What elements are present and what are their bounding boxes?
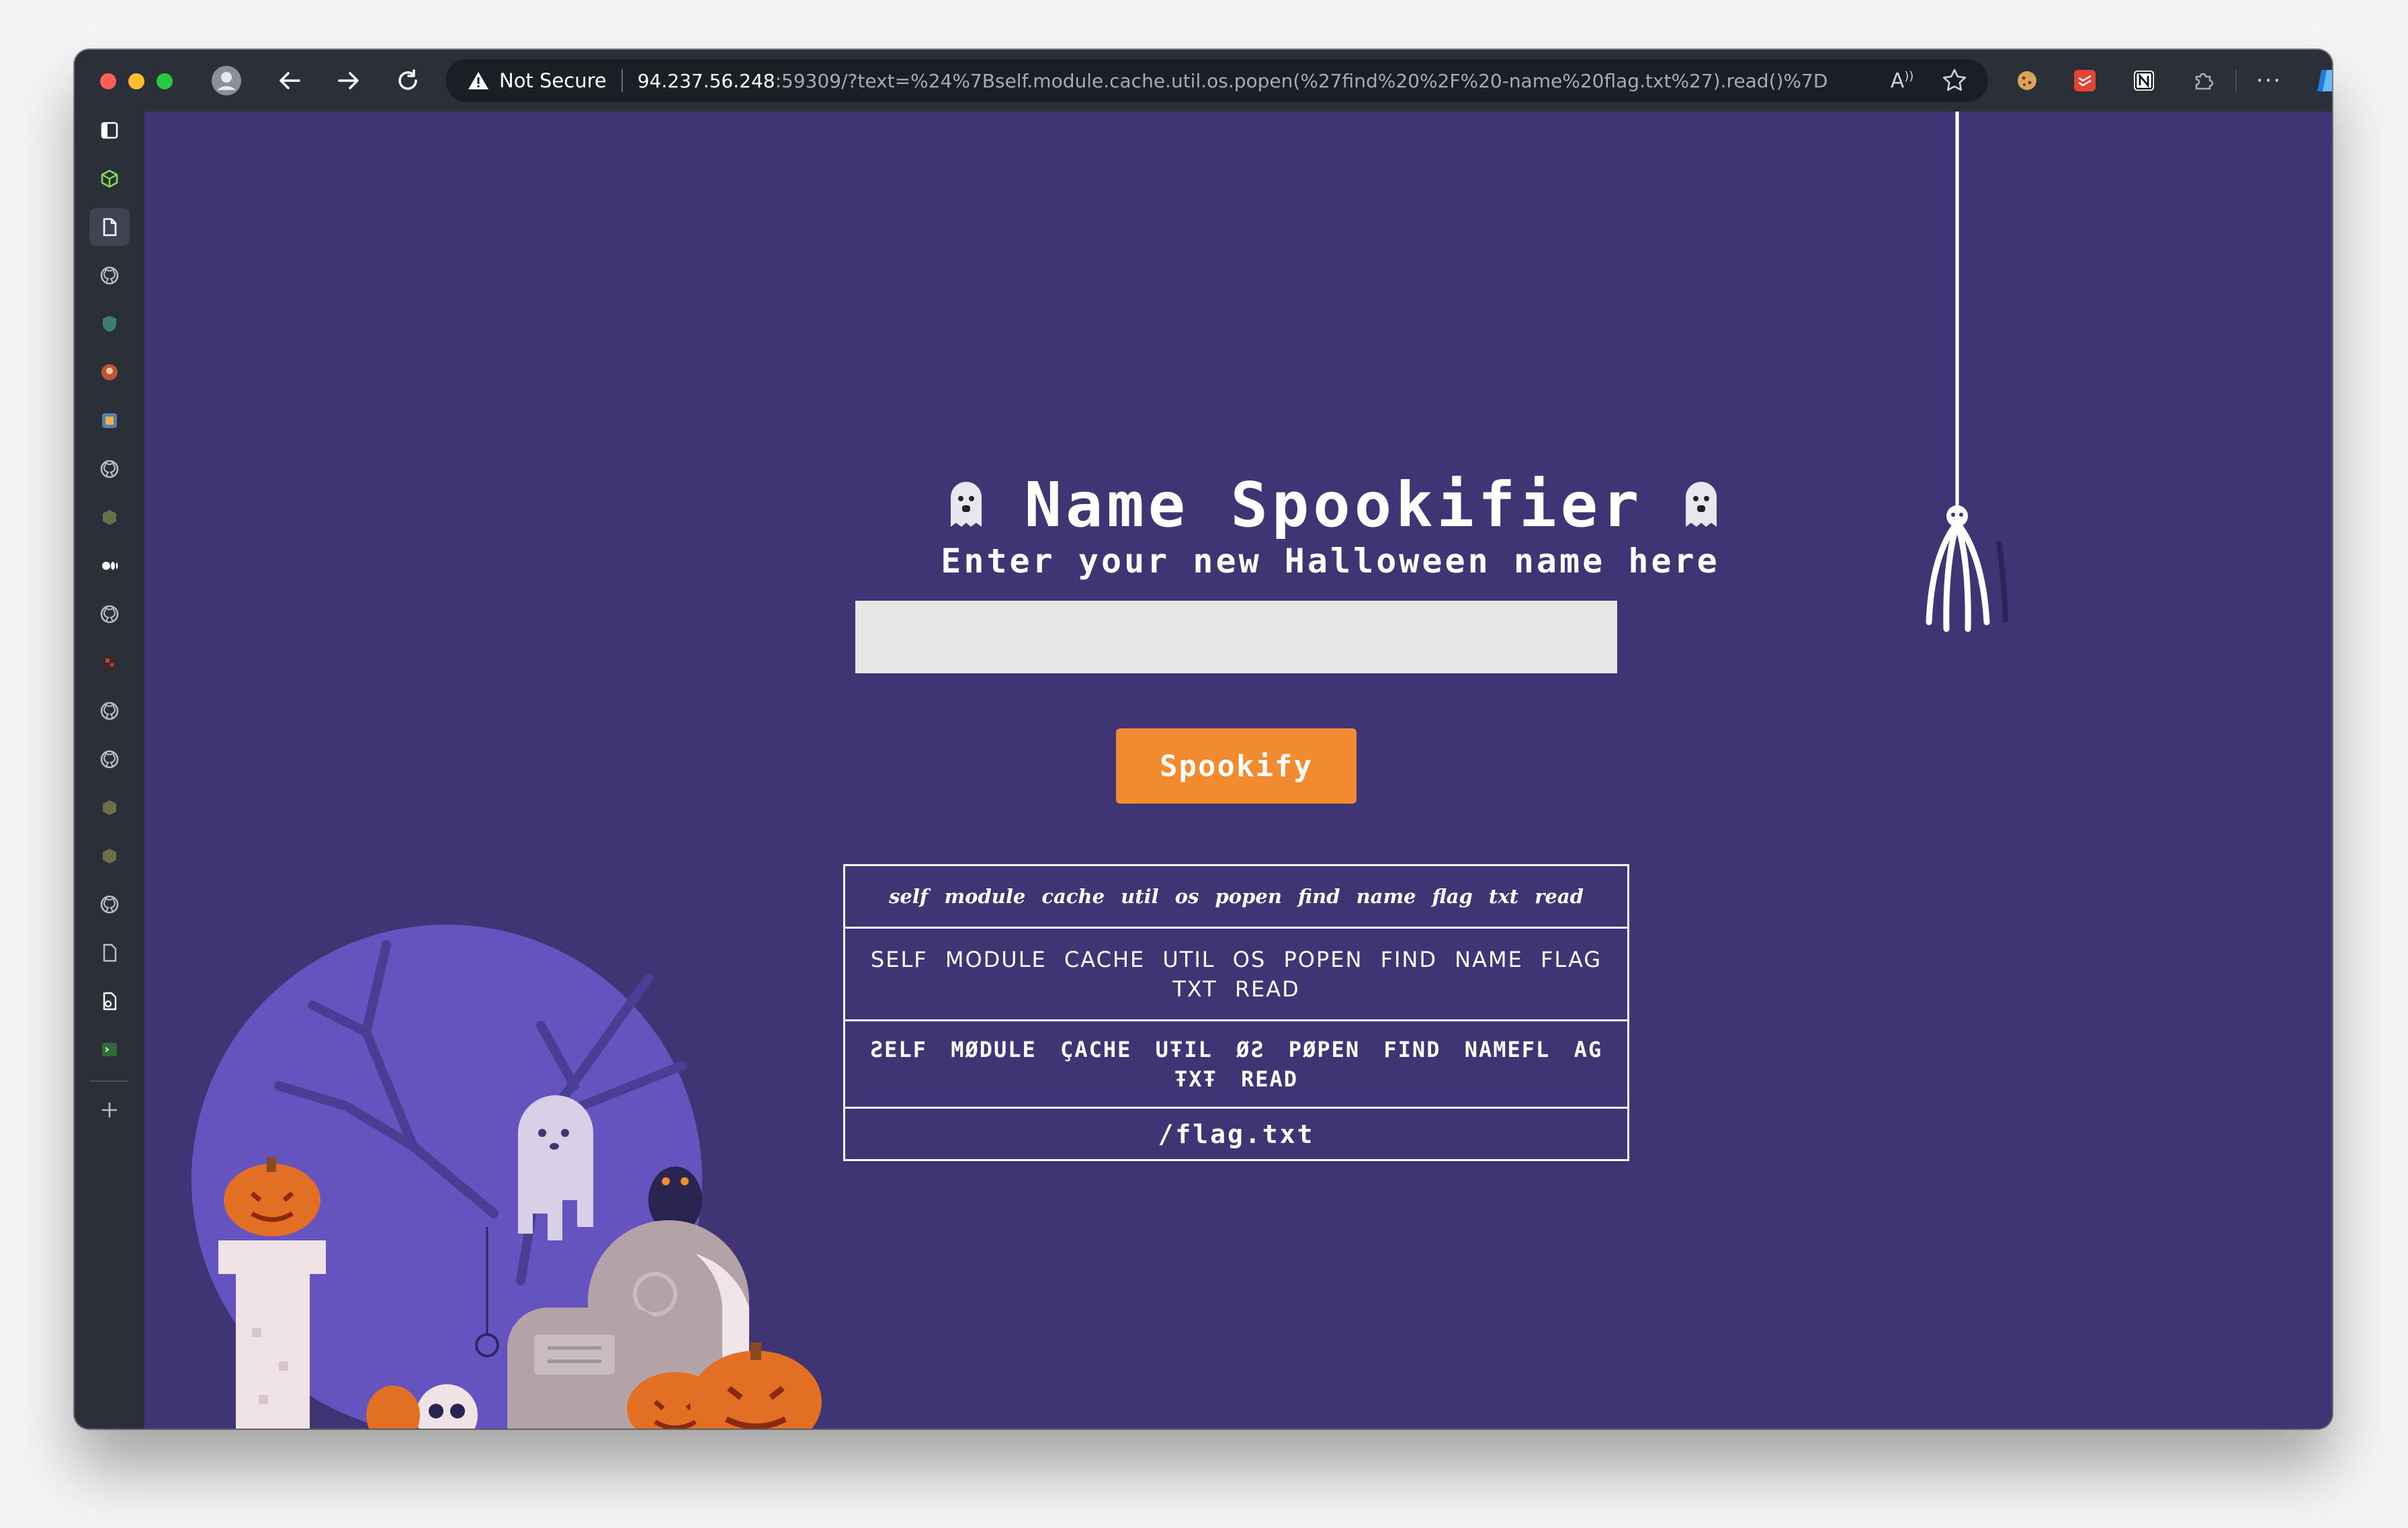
url-path: :59309/?text=%24%7Bself.module.cache.uti…	[775, 69, 1828, 92]
sidebar-divider	[91, 1080, 128, 1082]
page-icon[interactable]	[89, 934, 130, 972]
shield-icon[interactable]	[89, 305, 130, 343]
github-icon[interactable]	[89, 257, 130, 294]
hackthebox-icon[interactable]	[89, 789, 130, 826]
app-icon[interactable]	[89, 402, 130, 439]
warning-icon	[467, 71, 490, 91]
profile-icon[interactable]	[206, 60, 247, 101]
address-bar[interactable]: Not Secure 94.237.56.248:59309/?text=%24…	[445, 59, 1988, 102]
github-icon[interactable]	[89, 740, 130, 778]
result-row-gothic: self module cache util os popen find nam…	[889, 885, 1584, 908]
favorite-star-icon[interactable]	[1934, 60, 1975, 101]
page-icon[interactable]	[89, 208, 130, 246]
ghost-icon	[950, 482, 982, 527]
close-window-button[interactable]	[100, 73, 116, 89]
forward-arrow-icon[interactable]	[329, 60, 369, 101]
browser-sidebar	[75, 112, 144, 1429]
medium-icon[interactable]	[89, 547, 130, 585]
browser-window: Not Secure 94.237.56.248:59309/?text=%24…	[75, 50, 2332, 1429]
spider-illustration	[1926, 112, 2008, 632]
result-row-output: /flag.txt	[845, 1107, 1627, 1159]
todoist-extension-icon[interactable]	[2065, 60, 2105, 101]
more-menu-icon[interactable]: ···	[2249, 60, 2289, 101]
title-row: Name Spookifier	[890, 468, 1777, 542]
zoom-window-button[interactable]	[157, 73, 173, 89]
toolbar-divider	[2235, 70, 2237, 91]
page-subtitle: Enter your new Halloween name here	[941, 542, 1720, 581]
github-icon[interactable]	[89, 595, 130, 633]
game-icon[interactable]	[89, 644, 130, 681]
cube-extension-icon[interactable]	[89, 160, 130, 198]
address-divider	[621, 69, 623, 92]
name-input[interactable]	[855, 601, 1617, 673]
github-icon[interactable]	[89, 692, 130, 730]
page-settings-icon[interactable]	[89, 982, 130, 1020]
terminal-icon[interactable]	[89, 1031, 130, 1068]
add-icon[interactable]	[89, 1091, 130, 1129]
results-table: self module cache util os popen find nam…	[843, 864, 1629, 1161]
github-icon[interactable]	[89, 450, 130, 488]
tabs-icon[interactable]	[89, 112, 130, 149]
result-row-stylized: SELF MODULE CACHE UTIL OS POPEN FIND NAM…	[845, 927, 1627, 1019]
browser-toolbar: Not Secure 94.237.56.248:59309/?text=%24…	[75, 50, 2332, 112]
reload-icon[interactable]	[388, 60, 428, 101]
hackthebox-icon[interactable]	[89, 837, 130, 875]
page-content: Name Spookifier Enter your new Halloween…	[144, 112, 2332, 1429]
page-title: Name Spookifier	[1024, 468, 1643, 541]
extensions-puzzle-icon[interactable]	[2183, 60, 2223, 101]
ghost-icon	[1686, 482, 1717, 527]
url-host: 94.237.56.248	[637, 69, 775, 92]
result-row-distorted: ƧELF MØDULE ÇACHE UŦIL ØƧ PØPEN FIND NAM…	[845, 1019, 1627, 1107]
minimize-window-button[interactable]	[128, 73, 144, 89]
back-arrow-icon[interactable]	[269, 60, 310, 101]
security-label[interactable]: Not Secure	[499, 69, 607, 92]
github-icon[interactable]	[89, 886, 130, 923]
graveyard-illustration	[191, 925, 822, 1429]
notion-extension-icon[interactable]	[2124, 60, 2164, 101]
cookie-extension-icon[interactable]	[2007, 60, 2047, 101]
hackthebox-icon[interactable]	[89, 499, 130, 536]
avatar-icon[interactable]	[89, 353, 130, 391]
copilot-icon[interactable]	[2308, 60, 2332, 101]
read-aloud-icon[interactable]: A))	[1882, 60, 1922, 101]
spookify-button[interactable]: Spookify	[1116, 728, 1357, 804]
